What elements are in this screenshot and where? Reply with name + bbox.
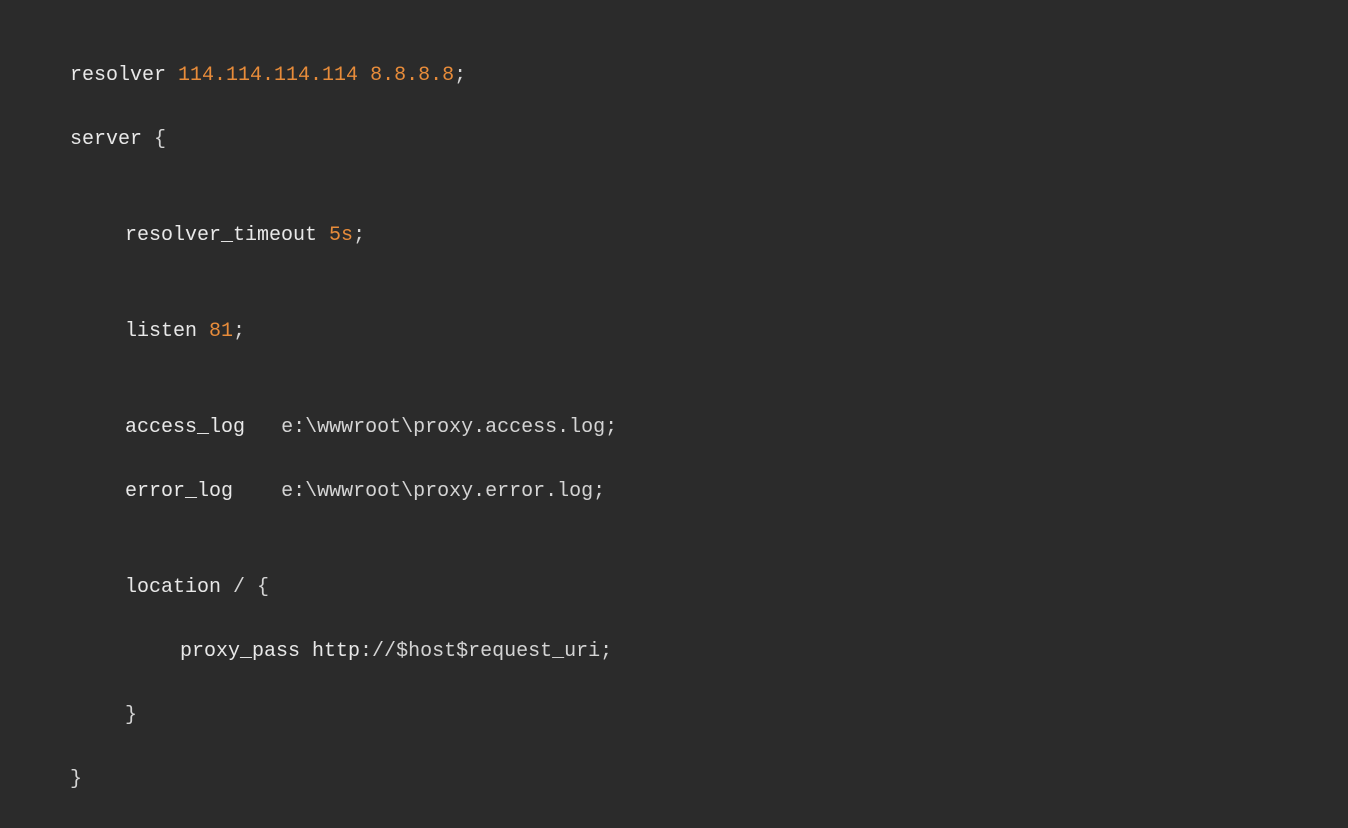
semicolon: ; bbox=[593, 480, 605, 503]
directive-server: server bbox=[70, 128, 142, 151]
access-log-path: e:\wwwroot\proxy.access.log bbox=[281, 416, 605, 439]
code-line-resolver: resolver 114.114.114.114 8.8.8.8; bbox=[70, 60, 1348, 92]
location-path: / bbox=[221, 576, 257, 599]
semicolon: ; bbox=[600, 640, 612, 663]
code-line-error-log: error_log e:\wwwroot\proxy.error.log; bbox=[70, 476, 1348, 508]
close-brace: } bbox=[70, 768, 82, 791]
directive-error-log: error_log bbox=[125, 480, 233, 503]
directive-resolver: resolver bbox=[70, 64, 166, 87]
spacer bbox=[233, 480, 269, 503]
directive-proxy-pass: proxy_pass bbox=[180, 640, 300, 663]
scheme-separator: :// bbox=[360, 640, 396, 663]
spacer bbox=[245, 416, 269, 439]
timeout-value: 5s bbox=[329, 224, 353, 247]
open-brace: { bbox=[257, 576, 269, 599]
var-host: $host bbox=[396, 640, 456, 663]
directive-listen: listen bbox=[125, 320, 197, 343]
semicolon: ; bbox=[233, 320, 245, 343]
nginx-config-code: resolver 114.114.114.114 8.8.8.8; server… bbox=[70, 28, 1348, 828]
directive-resolver-timeout: resolver_timeout bbox=[125, 224, 317, 247]
semicolon: ; bbox=[454, 64, 466, 87]
semicolon: ; bbox=[605, 416, 617, 439]
var-request-uri: $request_uri bbox=[456, 640, 600, 663]
directive-location: location bbox=[125, 576, 221, 599]
error-log-path: e:\wwwroot\proxy.error.log bbox=[281, 480, 593, 503]
code-line-listen: listen 81; bbox=[70, 316, 1348, 348]
code-line-proxy-pass: proxy_pass http://$host$request_uri; bbox=[70, 636, 1348, 668]
code-line-resolver-timeout: resolver_timeout 5s; bbox=[70, 220, 1348, 252]
proxy-scheme: http bbox=[300, 640, 360, 663]
close-brace: } bbox=[125, 704, 137, 727]
resolver-ips: 114.114.114.114 8.8.8.8 bbox=[178, 64, 454, 87]
semicolon: ; bbox=[353, 224, 365, 247]
code-line-server: server { bbox=[70, 124, 1348, 156]
open-brace: { bbox=[142, 128, 166, 151]
code-line-access-log: access_log e:\wwwroot\proxy.access.log; bbox=[70, 412, 1348, 444]
port-value: 81 bbox=[209, 320, 233, 343]
code-line-close-server: } bbox=[70, 764, 1348, 796]
code-line-location: location / { bbox=[70, 572, 1348, 604]
code-line-close-location: } bbox=[70, 700, 1348, 732]
directive-access-log: access_log bbox=[125, 416, 245, 439]
